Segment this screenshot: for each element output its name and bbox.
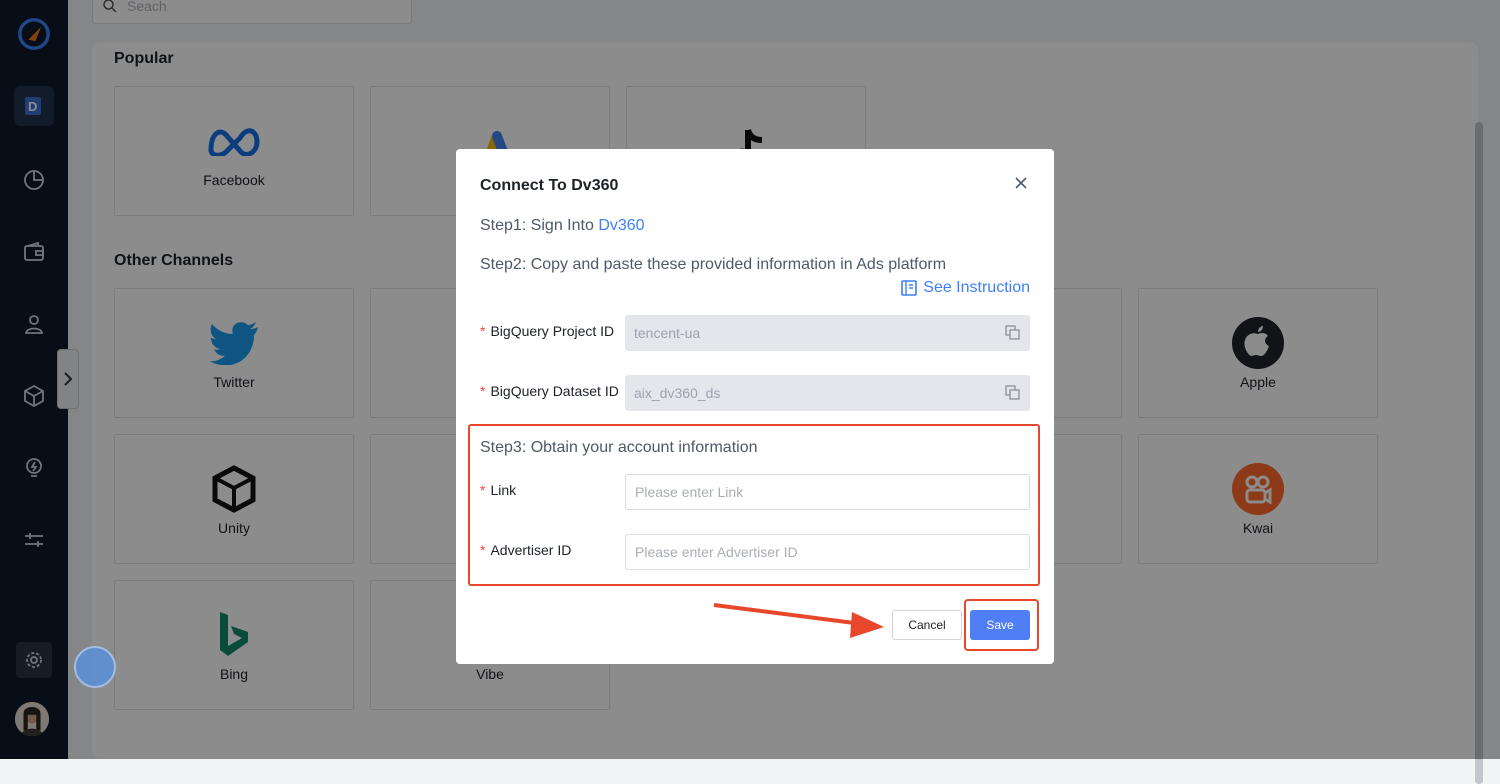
step3-text: Step3: Obtain your account information (480, 439, 758, 456)
step1-text: Step1: Sign Into Dv360 (480, 217, 645, 235)
required-mark: * (480, 383, 486, 399)
dialog-title: Connect To Dv360 (480, 177, 619, 194)
advertiser-id-input[interactable]: Please enter Advertiser ID (625, 534, 1030, 570)
dataset-id-label: * BigQuery Dataset ID (480, 383, 619, 399)
dataset-id-value: aix_dv360_ds (634, 385, 721, 401)
connect-dialog: Connect To Dv360 Step1: Sign Into Dv360 … (456, 149, 1054, 664)
document-icon (901, 280, 918, 296)
link-label-text: Link (490, 482, 517, 498)
project-id-label-text: BigQuery Project ID (490, 323, 615, 339)
cancel-button[interactable]: Cancel (892, 610, 962, 640)
advertiser-id-placeholder: Please enter Advertiser ID (635, 544, 798, 560)
step1-prefix: Step1: Sign Into (480, 217, 599, 234)
save-button[interactable]: Save (970, 610, 1030, 640)
project-id-label: * BigQuery Project ID (480, 323, 614, 339)
advertiser-id-label: * Advertiser ID (480, 542, 571, 558)
copy-icon[interactable] (1005, 325, 1020, 340)
see-instruction-link[interactable]: See Instruction (901, 279, 1030, 297)
required-mark: * (480, 482, 486, 498)
step2-text: Step2: Copy and paste these provided inf… (480, 256, 947, 273)
copy-icon[interactable] (1005, 385, 1020, 400)
project-id-field[interactable]: tencent-ua (625, 315, 1030, 351)
advertiser-id-label-text: Advertiser ID (490, 542, 572, 558)
project-id-value: tencent-ua (634, 325, 701, 341)
required-mark: * (480, 323, 486, 339)
link-label: * Link (480, 482, 516, 498)
floating-assistant-button[interactable] (74, 646, 116, 688)
close-icon[interactable] (1012, 175, 1030, 193)
required-mark: * (480, 542, 486, 558)
dataset-id-label-text: BigQuery Dataset ID (490, 383, 619, 399)
dv360-signin-link[interactable]: Dv360 (598, 217, 644, 234)
dataset-id-field[interactable]: aix_dv360_ds (625, 375, 1030, 411)
link-input[interactable]: Please enter Link (625, 474, 1030, 510)
see-instruction-label: See Instruction (923, 279, 1030, 296)
link-placeholder: Please enter Link (635, 484, 744, 500)
